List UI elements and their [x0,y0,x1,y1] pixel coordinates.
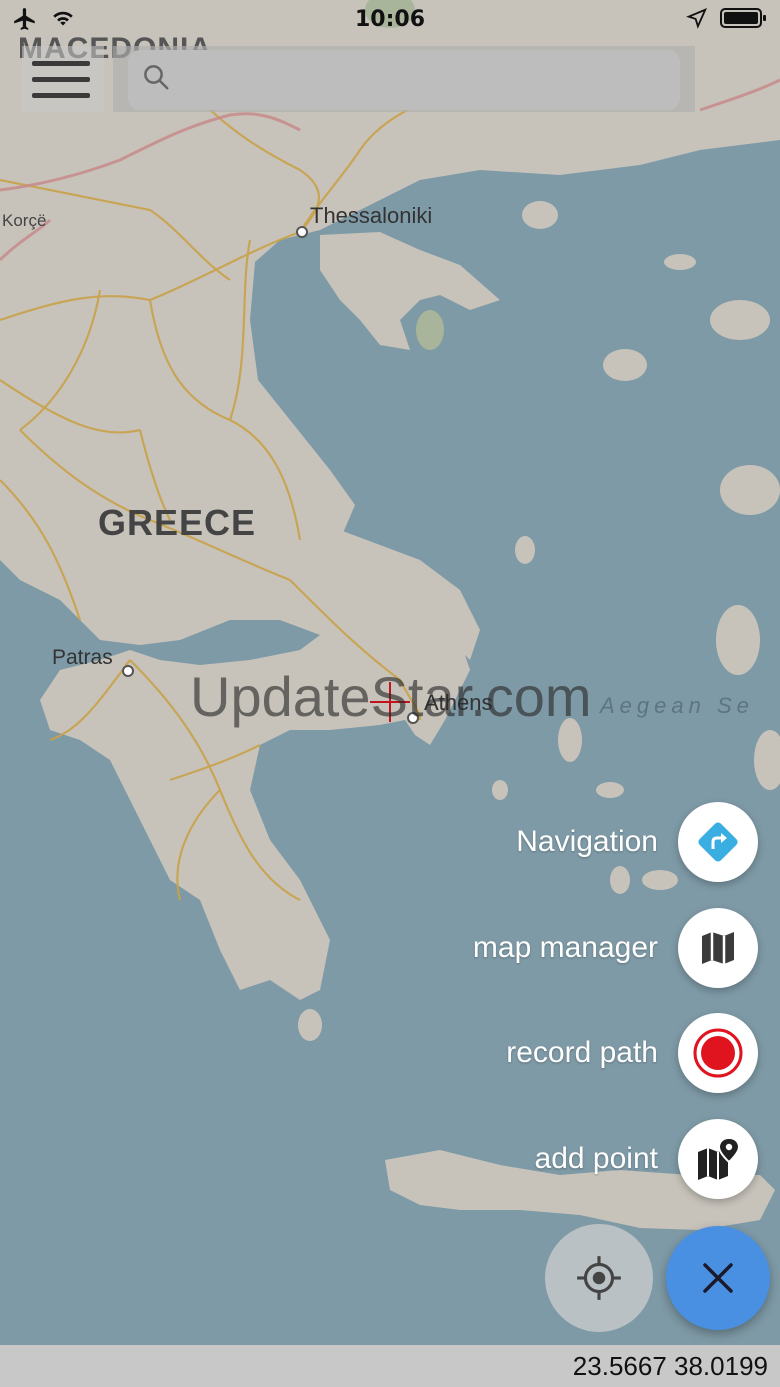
navigation-icon [698,822,738,862]
record-path-action[interactable]: record path [506,1013,758,1093]
map-manager-button[interactable] [678,908,758,988]
navigation-action[interactable]: Navigation [516,802,758,882]
status-right-icons [685,6,768,35]
record-path-button[interactable] [678,1013,758,1093]
label-patras: Patras [52,646,113,669]
add-point-icon [698,1136,741,1180]
map-icon [702,932,734,964]
navigation-label[interactable]: Navigation [516,825,658,859]
label-aegean: Aegean Se [598,693,754,718]
coordinate-readout: 23.5667 38.0199 [572,1351,768,1381]
label-greece: GREECE [98,502,256,543]
menu-button[interactable] [22,46,104,112]
add-point-action[interactable]: add point [535,1119,758,1199]
label-korce: Korçë [2,211,46,230]
label-thessaloniki: Thessaloniki [310,203,432,228]
record-path-label[interactable]: record path [506,1036,658,1070]
close-icon [703,1263,733,1293]
add-point-label[interactable]: add point [535,1142,658,1176]
map-manager-label[interactable]: map manager [473,931,658,965]
add-point-button[interactable] [678,1119,758,1199]
location-arrow-icon [685,8,707,29]
crosshair-location-icon [577,1256,621,1300]
navigation-button[interactable] [678,802,758,882]
close-menu-button[interactable] [666,1226,770,1330]
watermark: UpdateStar.com [190,665,592,728]
search-input[interactable] [128,50,680,110]
record-icon [693,1028,743,1078]
battery-icon [720,8,766,28]
my-location-button[interactable] [545,1224,653,1332]
map-manager-action[interactable]: map manager [473,908,758,988]
coordinate-bar: 23.5667 38.0199 [0,1345,780,1387]
status-bar: 10:06 [0,0,780,40]
search-icon [144,65,169,90]
status-time: 10:06 [354,7,426,32]
search-bar [113,46,695,112]
